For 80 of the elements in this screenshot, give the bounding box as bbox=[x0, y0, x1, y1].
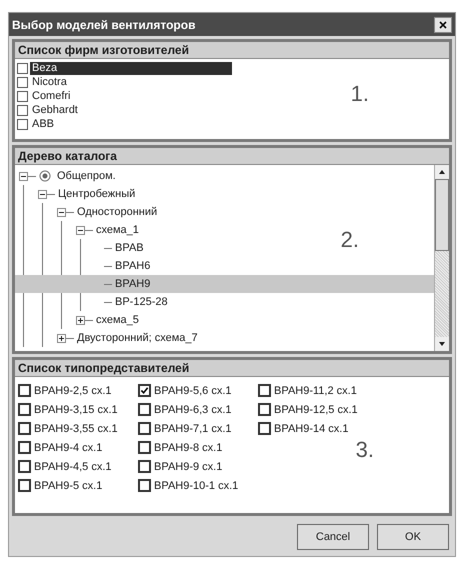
checkbox-label[interactable]: ВРАН9-4 сх.1 bbox=[34, 442, 102, 454]
tree-item[interactable]: ВР-125-28 bbox=[115, 296, 168, 308]
tree-item[interactable]: ВРАВ bbox=[115, 242, 144, 254]
checkbox[interactable] bbox=[138, 422, 151, 435]
checkbox[interactable] bbox=[138, 403, 151, 416]
checkbox-label[interactable]: ВРАН9-9 сх.1 bbox=[154, 460, 222, 472]
checkbox[interactable] bbox=[18, 460, 31, 473]
scroll-up-icon[interactable] bbox=[435, 165, 449, 179]
checkbox-label[interactable]: ВРАН9-8 сх.1 bbox=[154, 442, 222, 454]
tree-item[interactable]: Двусторонний; схема_7 bbox=[77, 332, 198, 344]
checkbox[interactable] bbox=[258, 422, 271, 435]
panel-title: Дерево каталога bbox=[15, 148, 449, 165]
collapse-icon[interactable] bbox=[57, 208, 66, 216]
list-item[interactable]: Nicotra bbox=[30, 76, 232, 88]
checkbox[interactable] bbox=[138, 460, 151, 473]
checkbox[interactable] bbox=[258, 384, 271, 397]
scroll-thumb[interactable] bbox=[435, 179, 449, 251]
scroll-down-icon[interactable] bbox=[435, 337, 449, 351]
checkbox[interactable] bbox=[17, 90, 28, 102]
list-item[interactable]: Gebhardt bbox=[30, 104, 232, 116]
expand-icon[interactable] bbox=[57, 334, 66, 342]
tree-item[interactable]: схема_5 bbox=[96, 314, 139, 326]
panel-title: Список фирм изготовителей bbox=[15, 42, 449, 59]
collapse-icon[interactable] bbox=[76, 226, 85, 234]
list-item[interactable]: ABB bbox=[30, 118, 232, 130]
collapse-icon[interactable] bbox=[38, 190, 47, 198]
checkbox-label[interactable]: ВРАН9-2,5 сх.1 bbox=[34, 384, 112, 396]
checkbox-label[interactable]: ВРАН9-4,5 сх.1 bbox=[34, 460, 112, 472]
tree-item[interactable]: схема_1 bbox=[96, 224, 139, 236]
tree-row[interactable]: Общепром. bbox=[19, 167, 434, 185]
tree-row[interactable]: ВРАН6 bbox=[95, 257, 434, 275]
window-title: Выбор моделей вентиляторов bbox=[12, 18, 196, 32]
checkbox[interactable] bbox=[258, 403, 271, 416]
checkbox-label[interactable]: ВРАН9-6,3 сх.1 bbox=[154, 404, 232, 416]
expand-icon[interactable] bbox=[76, 316, 85, 324]
checkbox-label[interactable]: ВРАН9-10-1 сх.1 bbox=[154, 480, 238, 492]
checkbox-label[interactable]: ВРАН9-5 сх.1 bbox=[34, 480, 102, 492]
checkbox[interactable] bbox=[18, 441, 31, 454]
checkbox[interactable] bbox=[17, 104, 28, 116]
checkbox[interactable] bbox=[17, 62, 28, 74]
ok-button[interactable]: OK bbox=[377, 524, 449, 550]
close-icon[interactable] bbox=[439, 20, 447, 28]
checkbox[interactable] bbox=[138, 384, 151, 397]
checkbox[interactable] bbox=[17, 76, 28, 88]
radio-icon bbox=[39, 170, 51, 182]
annotation-label: 2. bbox=[340, 227, 359, 253]
list-item[interactable]: Beza bbox=[30, 62, 232, 74]
tree-row[interactable]: Двусторонний; схема_7 bbox=[57, 329, 434, 347]
checkbox-label[interactable]: ВРАН9-3,15 сх.1 bbox=[34, 404, 118, 416]
checkbox-label[interactable]: ВРАН9-11,2 сх.1 bbox=[274, 384, 357, 396]
checkbox[interactable] bbox=[18, 384, 31, 397]
tree-item[interactable]: Общепром. bbox=[57, 170, 116, 182]
checkbox-label[interactable]: ВРАН9-14 сх.1 bbox=[274, 422, 348, 434]
checkbox[interactable] bbox=[138, 441, 151, 454]
checkbox[interactable] bbox=[18, 479, 31, 492]
tree-row[interactable]: схема_5 bbox=[76, 311, 434, 329]
list-item[interactable]: Comefri bbox=[30, 90, 232, 102]
tree-row[interactable]: ВР-125-28 bbox=[95, 293, 434, 311]
checkbox-label[interactable]: ВРАН9-5,6 сх.1 bbox=[154, 384, 232, 396]
scrollbar[interactable] bbox=[434, 165, 449, 351]
checkbox-label[interactable]: ВРАН9-3,55 сх.1 bbox=[34, 422, 118, 434]
tree-item[interactable]: ВРАН9 bbox=[115, 278, 150, 290]
annotation-label: 1. bbox=[350, 81, 369, 107]
tree-row[interactable]: Односторонний bbox=[57, 203, 434, 221]
close-button[interactable] bbox=[434, 16, 452, 32]
tree-row[interactable]: ВРАН9 bbox=[15, 275, 434, 293]
tree-item[interactable]: Односторонний bbox=[77, 206, 158, 218]
collapse-icon[interactable] bbox=[19, 172, 28, 180]
panel-title: Список типопредставителей bbox=[15, 360, 449, 377]
checkbox[interactable] bbox=[138, 479, 151, 492]
annotation-label: 3. bbox=[356, 437, 374, 463]
tree-item[interactable]: ВРАН6 bbox=[115, 260, 150, 272]
checkbox[interactable] bbox=[18, 403, 31, 416]
cancel-button[interactable]: Cancel bbox=[297, 524, 369, 550]
checkbox[interactable] bbox=[17, 118, 28, 130]
tree-row[interactable]: Центробежный bbox=[38, 185, 434, 203]
checkbox[interactable] bbox=[18, 422, 31, 435]
checkbox-label[interactable]: ВРАН9-7,1 сх.1 bbox=[154, 422, 232, 434]
checkbox-label[interactable]: ВРАН9-12,5 сх.1 bbox=[274, 404, 358, 416]
tree-item[interactable]: Центробежный bbox=[58, 188, 136, 200]
